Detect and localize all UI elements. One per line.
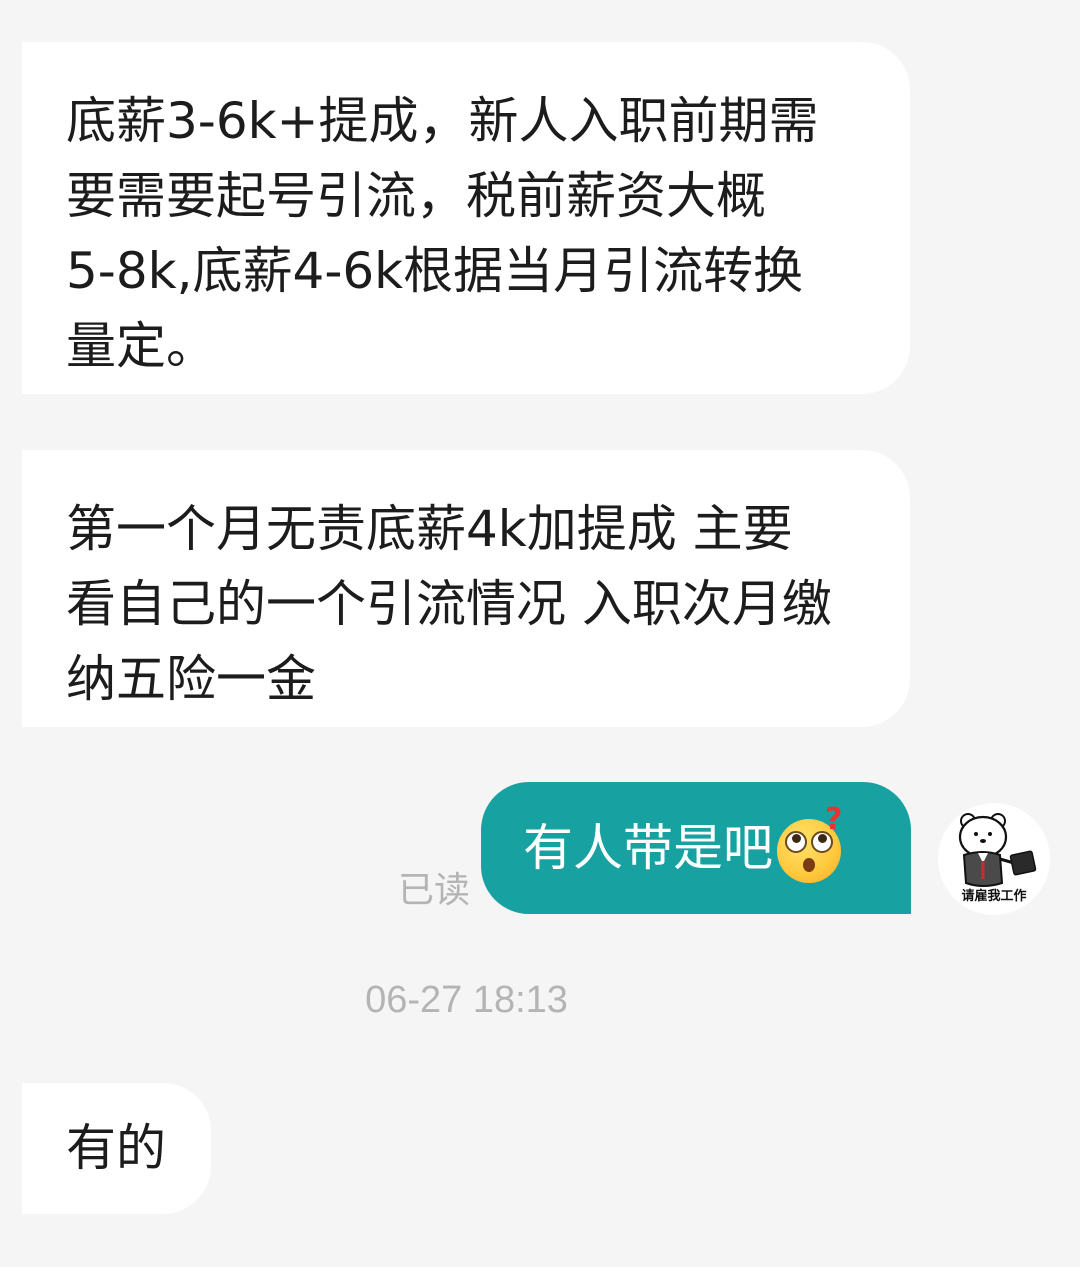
emoji-mouth (803, 858, 815, 872)
message-text: 第一个月无责底薪4k加提成 主要 看自己的一个引流情况 入职次月缴 纳五险一金 (66, 500, 832, 708)
outgoing-message-bubble[interactable]: 有人带是吧 ? (481, 782, 911, 914)
emoji-eye (785, 831, 807, 853)
face-with-rolling-eyes-question-emoji: ? (777, 805, 847, 883)
message-text: 有的 (66, 1119, 166, 1177)
read-status: 已读 (398, 870, 471, 911)
message-text: 底薪3-6k+提成，新人入职前期需 要需要起号引流，税前薪资大概 5-8k,底薪… (66, 92, 819, 375)
incoming-message-bubble[interactable]: 有的 (22, 1083, 211, 1214)
avatar[interactable]: 请雇我工作 (938, 803, 1050, 915)
message-timestamp: 06-27 18:13 (365, 979, 568, 1021)
question-mark-icon: ? (825, 802, 843, 837)
incoming-message-bubble[interactable]: 底薪3-6k+提成，新人入职前期需 要需要起号引流，税前薪资大概 5-8k,底薪… (22, 42, 910, 394)
message-text: 有人带是吧 (523, 818, 773, 877)
avatar-caption: 请雇我工作 (961, 889, 1027, 904)
incoming-message-bubble[interactable]: 第一个月无责底薪4k加提成 主要 看自己的一个引流情况 入职次月缴 纳五险一金 (22, 450, 910, 727)
